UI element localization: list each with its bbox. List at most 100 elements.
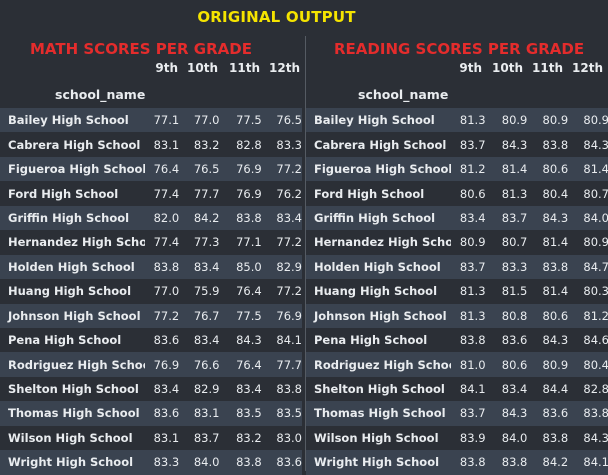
score-cell: 80.8 [485,303,528,328]
reading-grade-header-cell: 12th [572,61,603,75]
score-cell: 84.4 [527,376,569,402]
table-row: Griffin High School 83.4 83.7 84.3 84.0 [306,205,608,231]
score-cell: 81.0 [450,352,486,377]
score-cell: 83.0 [261,425,302,451]
table-row: Cabrera High School 83.7 84.3 83.8 84.3 [306,132,608,157]
score-cell: 81.4 [527,279,569,304]
score-cell: 81.2 [450,156,486,182]
reading-panel-title: READING SCORES PER GRADE [334,40,585,58]
math-scores-panel: MATH SCORES PER GRADE 9th 10th 11th 12th… [0,36,302,475]
school-name-cell: Bailey High School [306,108,451,133]
score-cell: 83.2 [179,132,220,157]
score-cell: 80.9 [527,352,569,377]
table-row: Johnson High School 81.3 80.8 80.6 81.2 [306,303,608,328]
score-cell: 83.5 [261,401,302,426]
score-cell: 81.3 [485,181,528,206]
score-cell: 84.2 [179,205,220,231]
score-cell: 80.4 [527,181,569,206]
score-cell: 83.8 [527,425,569,451]
math-scores-table: Bailey High School 77.1 77.0 77.5 76.5 Cabrer… [0,108,302,475]
score-cell: 83.6 [144,327,180,353]
score-cell: 84.3 [568,132,608,157]
math-panel-title: MATH SCORES PER GRADE [30,40,252,58]
table-row: Shelton High School 84.1 83.4 84.4 82.8 [306,376,608,402]
score-cell: 84.3 [485,132,528,157]
score-cell: 83.4 [485,376,528,402]
school-name-cell: Cabrera High School [306,132,451,157]
school-name-cell: Rodriguez High School [306,352,451,377]
score-cell: 80.9 [450,230,486,255]
score-cell: 82.8 [568,376,608,402]
score-cell: 76.9 [261,303,302,328]
score-cell: 77.2 [261,230,302,255]
table-row: Cabrera High School 83.1 83.2 82.8 83.3 [0,132,302,157]
score-cell: 77.5 [219,108,262,133]
score-cell: 80.7 [485,230,528,255]
table-row: Figueroa High School 81.2 81.4 80.6 81.4 [306,156,608,182]
table-row: Bailey High School 81.3 80.9 80.9 80.9 [306,108,608,133]
school-name-cell: Figueroa High School [0,156,145,182]
school-name-cell: Cabrera High School [0,132,145,157]
score-cell: 81.4 [568,156,608,182]
score-cell: 80.9 [568,230,608,255]
math-grade-header-cell: 10th [187,61,218,75]
score-cell: 83.4 [179,254,220,280]
school-name-cell: Ford High School [0,181,145,206]
score-cell: 83.5 [219,401,262,426]
table-row: Rodriguez High School 81.0 80.6 80.9 80.4 [306,352,608,377]
score-cell: 81.3 [450,303,486,328]
school-name-cell: Shelton High School [0,376,145,402]
table-row: Thomas High School 83.6 83.1 83.5 83.5 [0,401,302,426]
school-name-cell: Pena High School [0,327,145,353]
score-cell: 83.3 [485,254,528,280]
table-row: Wilson High School 83.9 84.0 83.8 84.3 [306,425,608,451]
score-cell: 84.1 [261,327,302,353]
score-cell: 76.5 [179,156,220,182]
score-cell: 81.3 [450,108,486,133]
reading-grade-header-cell: 9th [459,61,482,75]
score-cell: 83.4 [219,376,262,402]
score-cell: 80.6 [485,352,528,377]
school-name-cell: Johnson High School [306,303,451,328]
score-cell: 85.0 [219,254,262,280]
school-name-cell: Figueroa High School [306,156,451,182]
score-cell: 75.9 [179,279,220,304]
score-cell: 84.3 [485,401,528,426]
score-cell: 83.8 [527,132,569,157]
table-row: Thomas High School 83.7 84.3 83.6 83.8 [306,401,608,426]
reading-scores-table: Bailey High School 81.3 80.9 80.9 80.9 Cabrer… [306,108,608,475]
score-cell: 80.4 [568,352,608,377]
reading-grade-header-cell: 11th [532,61,563,75]
school-name-cell: Johnson High School [0,303,145,328]
score-cell: 80.6 [527,303,569,328]
table-row: Griffin High School 82.0 84.2 83.8 83.4 [0,205,302,231]
school-name-cell: Bailey High School [0,108,145,133]
score-cell: 83.4 [450,205,486,231]
reading-scores-panel: READING SCORES PER GRADE 9th 10th 11th 1… [305,36,608,475]
score-cell: 83.2 [219,425,262,451]
reading-grade-header: 9th 10th 11th 12th [306,61,608,79]
score-cell: 83.6 [527,401,569,426]
score-cell: 76.4 [219,352,262,377]
score-cell: 83.7 [450,401,486,426]
table-row: Rodriguez High School 76.9 76.6 76.4 77.7 [0,352,302,377]
score-cell: 80.9 [527,108,569,133]
table-row: Holden High School 83.8 83.4 85.0 82.9 [0,254,302,280]
score-cell: 83.9 [450,425,486,451]
score-cell: 76.9 [219,156,262,182]
score-cell: 84.0 [485,425,528,451]
score-cell: 76.4 [144,156,180,182]
score-cell: 83.8 [144,254,180,280]
score-cell: 80.9 [568,108,608,133]
score-cell: 77.2 [144,303,180,328]
score-cell: 83.4 [144,376,180,402]
score-cell: 83.7 [179,425,220,451]
score-cell: 84.6 [568,327,608,353]
score-cell: 82.0 [144,205,180,231]
score-cell: 84.1 [450,376,486,402]
score-cell: 83.4 [179,327,220,353]
score-cell: 81.3 [450,279,486,304]
table-row: Ford High School 80.6 81.3 80.4 80.7 [306,181,608,206]
school-name-cell: Rodriguez High School [0,352,145,377]
score-cell: 83.6 [485,327,528,353]
